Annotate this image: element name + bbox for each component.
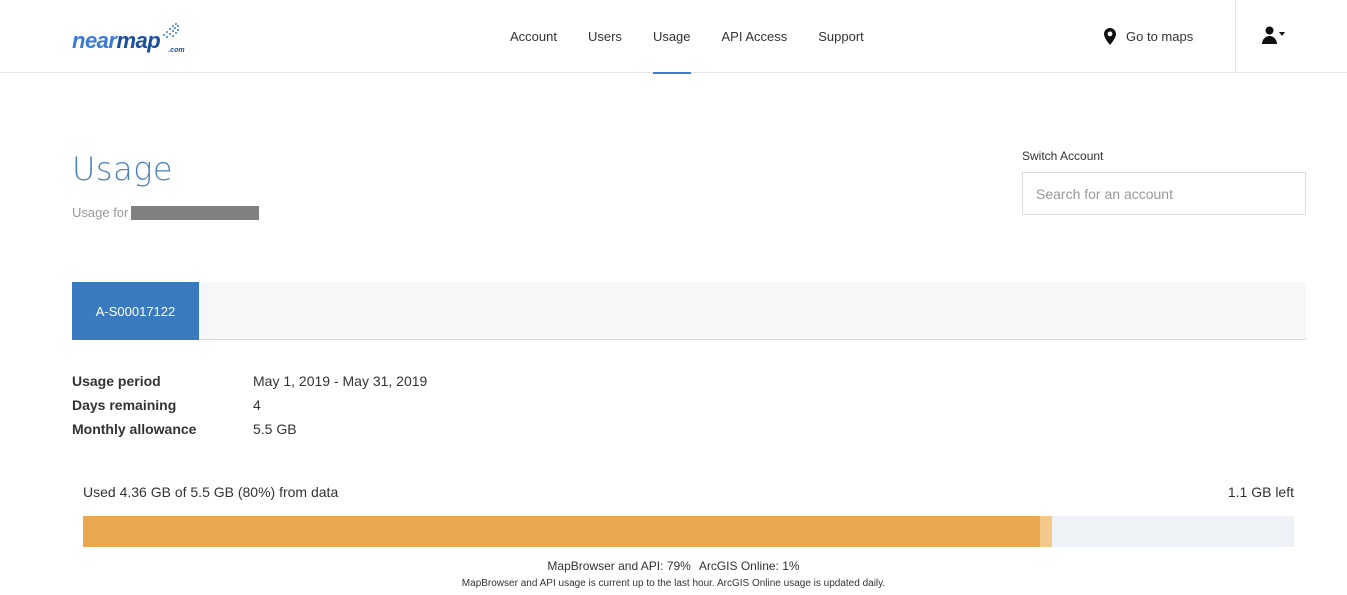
switch-account-search-input[interactable] [1022, 172, 1306, 215]
nav-account[interactable]: Account [510, 0, 557, 73]
logo-dots-icon [163, 23, 180, 38]
redacted-account-name [131, 205, 260, 220]
legend-mapbrowser-api: MapBrowser and API: 79% [547, 559, 691, 573]
remaining-summary: 1.1 GB left [1227, 484, 1294, 500]
page-title: Usage [72, 150, 174, 188]
account-tabs: A-S00017122 [72, 282, 1306, 340]
detail-value: May 1, 2019 - May 31, 2019 [253, 373, 428, 389]
detail-row-usage-period: Usage period May 1, 2019 - May 31, 2019 [72, 369, 427, 393]
detail-value: 4 [253, 397, 261, 413]
user-icon [1262, 26, 1277, 44]
switch-account-label: Switch Account [1022, 149, 1104, 163]
usage-for-label: Usage for [72, 205, 129, 220]
legend-arcgis-online: ArcGIS Online: 1% [698, 559, 800, 573]
nav-support[interactable]: Support [818, 0, 864, 73]
map-pin-icon [1104, 28, 1116, 45]
logo-wordmark: nearmap [72, 28, 161, 53]
usage-for-subtitle: Usage for [72, 205, 260, 220]
user-menu-button[interactable] [1262, 26, 1285, 44]
logo-dotcom: .com [168, 47, 185, 54]
top-navigation-bar: nearmap .com Account Users Usage API Acc… [0, 0, 1347, 74]
go-to-maps-link[interactable]: Go to maps [1104, 0, 1193, 73]
usage-update-note: MapBrowser and API usage is current up t… [461, 578, 886, 589]
usage-segment-arcgis-online [1039, 516, 1052, 547]
caret-down-icon [1279, 32, 1285, 36]
usage-segment-mapbrowser-api [83, 516, 1040, 547]
detail-row-monthly-allowance: Monthly allowance 5.5 GB [72, 417, 427, 441]
detail-row-days-remaining: Days remaining 4 [72, 393, 427, 417]
usage-legend: MapBrowser and API: 79% ArcGIS Online: 1% [0, 559, 1347, 573]
used-summary: Used 4.36 GB of 5.5 GB (80%) from data [83, 484, 339, 500]
detail-label: Monthly allowance [72, 421, 197, 437]
nearmap-logo[interactable]: nearmap .com [72, 22, 185, 54]
header-divider [1235, 0, 1236, 73]
tab-account-a-s00017122[interactable]: A-S00017122 [72, 282, 199, 340]
usage-progress-bar [83, 516, 1294, 547]
nav-users[interactable]: Users [588, 0, 622, 73]
main-nav: Account Users Usage API Access Support [510, 0, 895, 74]
detail-label: Days remaining [72, 397, 177, 413]
detail-value: 5.5 GB [253, 421, 297, 437]
usage-details: Usage period May 1, 2019 - May 31, 2019 … [72, 369, 427, 441]
go-to-maps-label: Go to maps [1126, 29, 1194, 44]
nav-api-access[interactable]: API Access [722, 0, 788, 73]
detail-label: Usage period [72, 373, 161, 389]
nav-usage[interactable]: Usage [652, 0, 691, 74]
